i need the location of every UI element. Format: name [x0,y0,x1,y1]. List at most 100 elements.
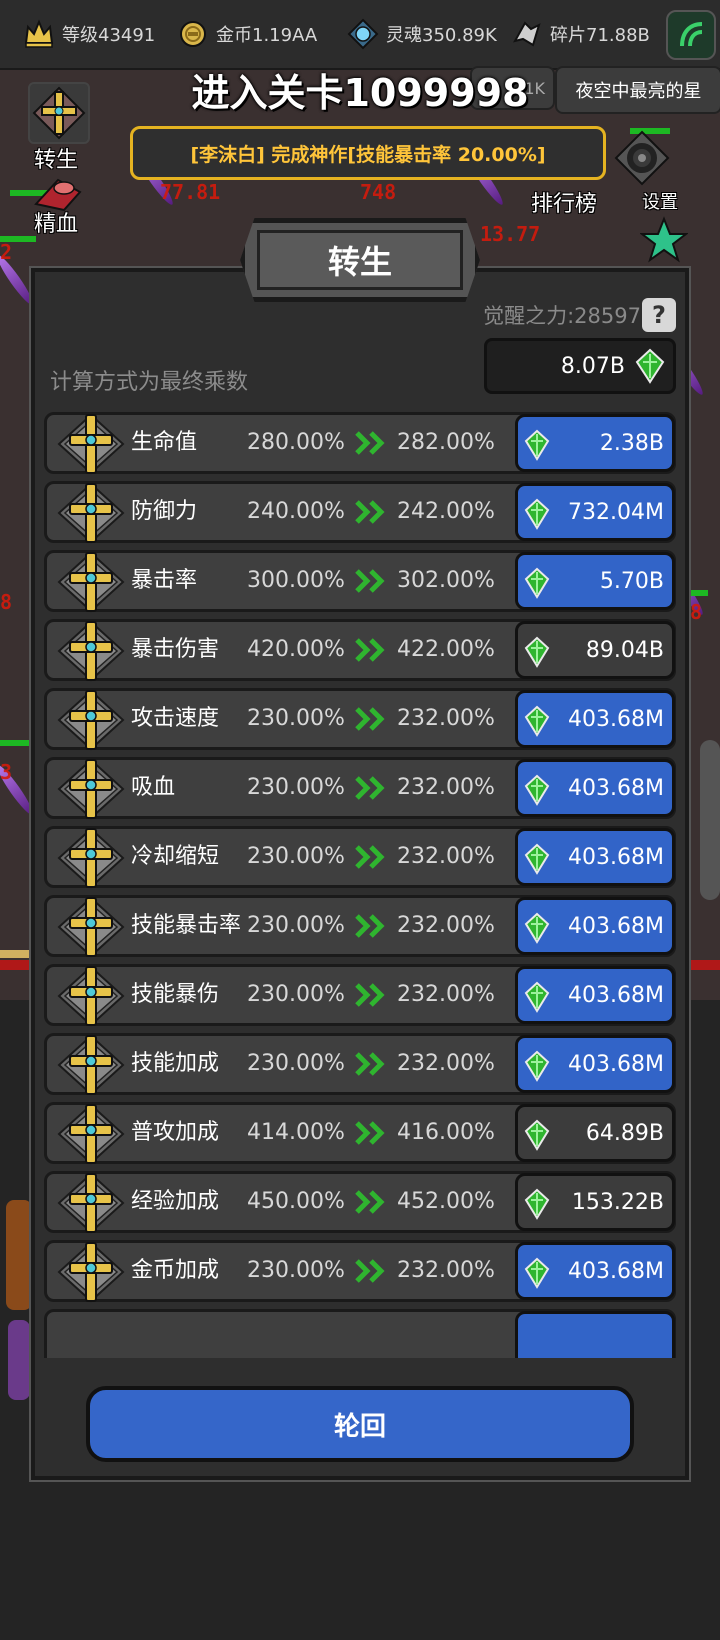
upgrade-cost: 5.70B [599,568,664,594]
upgrade-cost: 403.68M [568,844,664,870]
right-side-tab [700,740,720,900]
damage-number-fragment: 3 [0,760,13,784]
damage-number-fragment: 8 [0,590,13,614]
stat-name: 暴击率 [131,568,198,593]
stat-next-value: 232.00% [397,982,495,1007]
skill-slot-fragment [6,1200,32,1310]
upgrade-button[interactable]: 403.68M [515,828,675,886]
settings-label[interactable]: 设置 [642,188,678,214]
blood-side-label: 精血 [34,212,79,237]
stat-current-value: 230.00% [247,1051,345,1076]
rebirth-side-button[interactable] [28,82,90,144]
stat-next-value: 302.00% [397,568,495,593]
holy-cross-icon [57,827,125,889]
stat-row: 技能加成 230.00% 232.00% 403.68M [44,1033,676,1096]
stat-next-value: 282.00% [397,430,495,455]
soul-resource: 灵魂350.89K [346,14,497,54]
upgrade-cost: 403.68M [568,775,664,801]
green-gem-icon [524,636,550,668]
upgrade-button[interactable] [515,1311,675,1358]
stat-row: 暴击伤害 420.00% 422.00% 89.04B [44,619,676,682]
resource-top-bar: 等级43491 金币1.19AA 灵魂350.89K 碎片71.88B [0,0,720,70]
stage-title: 进入关卡1099998 [191,71,529,115]
upgrade-button[interactable]: 89.04B [515,621,675,679]
stat-name: 吸血 [131,775,176,800]
upgrade-cost: 403.68M [568,982,664,1008]
upgrade-button[interactable]: 403.68M [515,690,675,748]
stat-next-value: 232.00% [397,844,495,869]
hp-bar-fragment [690,960,720,970]
stat-next-value: 422.00% [397,637,495,662]
upgrade-button[interactable]: 403.68M [515,1035,675,1093]
gem-balance-value: 8.07B [560,353,625,379]
gold-coin-icon [176,17,210,51]
damage-number-fragment: 748 [360,180,397,204]
upgrade-cost: 153.22B [571,1189,664,1215]
stat-current-value: 300.00% [247,568,345,593]
upgrade-button[interactable]: 403.68M [515,1242,675,1300]
panel-title: 转生 [257,230,463,290]
upgrade-button[interactable]: 403.68M [515,966,675,1024]
gold-resource: 金币1.19AA [176,14,317,54]
upgrade-button[interactable]: 403.68M [515,759,675,817]
holy-cross-icon [57,620,125,682]
double-chevron-right-icon [355,707,385,731]
gear-icon[interactable] [612,128,672,192]
upgrade-button[interactable]: 153.22B [515,1173,675,1231]
stat-row-partial [44,1309,676,1358]
stat-next-value: 232.00% [397,775,495,800]
damage-number-fragment: 2 [0,240,13,264]
damage-number-fragment: 77.81 [160,180,221,204]
holy-cross-icon [57,482,125,544]
stat-row: 冷却缩短 230.00% 232.00% 403.68M [44,826,676,889]
holy-cross-icon [57,1241,125,1303]
green-gem-icon [635,348,665,384]
stat-name: 普攻加成 [131,1120,220,1145]
level-value: 等级43491 [62,25,156,46]
shards-resource: 碎片71.88B [510,14,650,54]
stat-row: 暴击率 300.00% 302.00% 5.70B [44,550,676,613]
upgrade-cost: 403.68M [568,706,664,732]
green-gem-icon [524,567,550,599]
stat-current-value: 420.00% [247,637,345,662]
upgrade-cost: 732.04M [568,499,664,525]
reincarnate-button[interactable]: 轮回 [86,1386,634,1462]
star-icon[interactable] [639,216,689,268]
double-chevron-right-icon [355,500,385,524]
upgrade-button[interactable]: 5.70B [515,552,675,610]
holy-cross-icon [57,1034,125,1096]
stat-row: 技能暴伤 230.00% 232.00% 403.68M [44,964,676,1027]
stat-row: 生命值 280.00% 282.00% 2.38B [44,412,676,475]
holy-cross-icon [57,965,125,1027]
upgrade-cost: 2.38B [599,430,664,456]
stat-current-value: 280.00% [247,430,345,455]
stat-row: 经验加成 450.00% 452.00% 153.22B [44,1171,676,1234]
stat-name: 经验加成 [131,1189,220,1214]
upgrade-button[interactable]: 732.04M [515,483,675,541]
upgrade-button[interactable]: 2.38B [515,414,675,472]
topbar-menu-button[interactable] [666,10,716,60]
holy-cross-icon [57,1103,125,1165]
shards-value: 碎片71.88B [550,25,650,46]
stat-current-value: 240.00% [247,499,345,524]
double-chevron-right-icon [355,776,385,800]
upgrade-button[interactable]: 403.68M [515,897,675,955]
green-swirl-icon [680,22,703,47]
upgrade-button[interactable]: 64.89B [515,1104,675,1162]
stat-name: 冷却缩短 [131,844,220,869]
green-gem-icon [524,1188,550,1220]
help-button[interactable]: ? [642,298,676,332]
stat-current-value: 230.00% [247,1258,345,1283]
awaken-power-label: 觉醒之力:28597 [483,304,641,328]
double-chevron-right-icon [355,569,385,593]
holy-cross-icon [57,689,125,751]
gold-value: 金币1.19AA [216,25,318,46]
gem-balance: 8.07B [484,338,676,394]
formula-note: 计算方式为最终乘数 [50,370,249,395]
double-chevron-right-icon [355,1121,385,1145]
skill-slot-fragment [8,1320,30,1400]
rebirth-stat-list[interactable]: 生命值 280.00% 282.00% 2.38B 防御力 240.00% 24… [44,412,676,1358]
upgrade-cost: 403.68M [568,1051,664,1077]
holy-cross-icon [57,1172,125,1234]
ranking-label[interactable]: 排行榜 [531,186,597,218]
